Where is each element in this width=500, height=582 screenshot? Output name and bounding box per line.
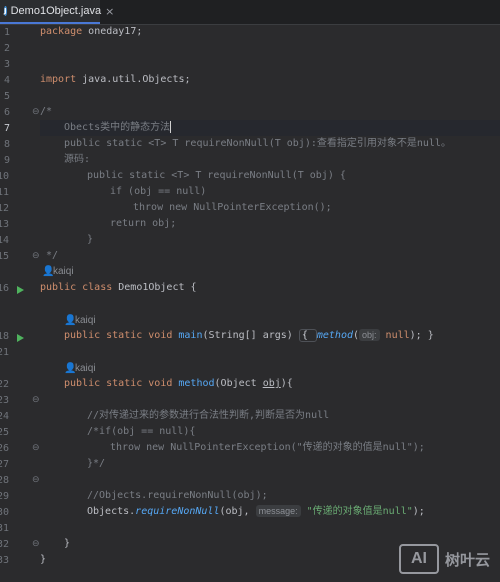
line-number: 3 [3,59,10,70]
tab-demo1object[interactable]: J Demo1Object.java × [0,0,114,24]
fold-icon[interactable]: ⊖ [32,251,40,261]
line-number: 6 [3,107,10,118]
code-line-27: }*/ [87,458,106,469]
line-number: 2 [3,43,10,54]
code-line-32: } [64,538,71,549]
parameter-hint: obj: [359,329,380,341]
code-line-6: /* [40,106,53,117]
line-number: 5 [3,91,10,102]
run-class-icon[interactable] [17,286,24,294]
fold-icon[interactable]: ⊖ [32,107,40,117]
line-number: 12 [0,203,10,214]
parameter-hint: message: [255,505,301,517]
person-icon: 👤 [64,363,77,374]
folded-region[interactable]: { [298,329,317,342]
author-hint[interactable]: 👤kaiqi [42,266,74,277]
line-number: 15 [0,251,10,262]
code-line-11: if (obj == null) [110,186,207,197]
line-number: 4 [3,75,10,86]
code-line-25: /*if(obj == null){ [87,426,196,437]
code-line-4: import java.util.Objects; [40,74,191,85]
watermark-text: 树叶云 [444,550,490,569]
line-number: 27 [0,459,10,470]
line-number: 21 [0,347,10,358]
person-icon: 👤 [64,315,77,326]
line-number: 26 [0,443,10,454]
line-number: 32 [0,539,10,550]
line-number: 28 [0,475,10,486]
line-number: 29 [0,491,10,502]
tab-label: Demo1Object.java [10,5,102,17]
code-line-29: //Objects.requireNonNull(obj); [87,490,268,501]
code-line-9: 源码: [64,154,91,165]
line-number: 25 [0,427,10,438]
line-number: 23 [0,395,10,406]
code-line-18: public static void main(String[] args) {… [64,329,434,342]
code-line-15: */ [46,250,59,261]
line-number: 9 [3,155,10,166]
line-number: 13 [0,219,10,230]
code-line-13: return obj; [110,218,177,229]
fold-icon[interactable]: ⊖ [32,475,40,485]
fold-icon[interactable]: ⊖ [32,443,40,453]
gutter: 1 2 3 4 5 6 7 8 9 10 11 12 13 14 15 16 1… [0,25,40,582]
code-line-24: //对传递过来的参数进行合法性判断,判断是否为null [87,410,330,421]
person-icon: 👤 [42,266,55,277]
line-number: 18 [0,331,10,342]
run-main-icon[interactable] [17,334,24,342]
java-file-icon: J [4,6,7,16]
code-line-33: } [40,554,47,565]
fold-icon[interactable]: ⊖ [32,539,40,549]
code-line-26: throw new NullPointerException("传递的对象的值是… [110,442,425,453]
author-hint[interactable]: 👤kaiqi [64,363,96,374]
line-number: 1 [3,27,10,38]
line-number: 22 [0,379,10,390]
code-line-7: Obects类中的静态方法 [64,121,172,133]
code-line-14: } [87,234,94,245]
line-number: 7 [3,123,10,134]
line-number: 24 [0,411,10,422]
close-icon[interactable]: × [105,5,114,18]
fold-icon[interactable]: ⊖ [32,395,40,405]
code-line-22: public static void method(Object obj){ [64,378,293,389]
line-number: 33 [0,555,10,566]
code-line-16: public class Demo1Object { [40,282,197,293]
line-number: 8 [3,139,10,150]
code-line-12: throw new NullPointerException(); [133,202,332,213]
code-line-8: public static <T> T requireNonNull(T obj… [64,138,451,149]
code-line-10: public static <T> T requireNonNull(T obj… [87,170,346,181]
line-number: 30 [0,507,10,518]
code-line-1: package oneday17; [40,26,143,37]
line-number: 31 [0,523,10,534]
line-number: 14 [0,235,10,246]
line-number: 11 [0,187,10,198]
code-editor[interactable]: package oneday17; import java.util.Objec… [40,25,500,582]
author-hint[interactable]: 👤kaiqi [64,315,96,326]
line-number: 16 [0,283,10,294]
watermark: AI 树叶云 [398,544,490,574]
code-line-30: Objects.requireNonNull(obj, message: "传递… [87,505,425,517]
line-number: 10 [0,171,10,182]
watermark-logo: AI [398,544,439,574]
editor-tab-bar: J Demo1Object.java × [0,0,500,25]
